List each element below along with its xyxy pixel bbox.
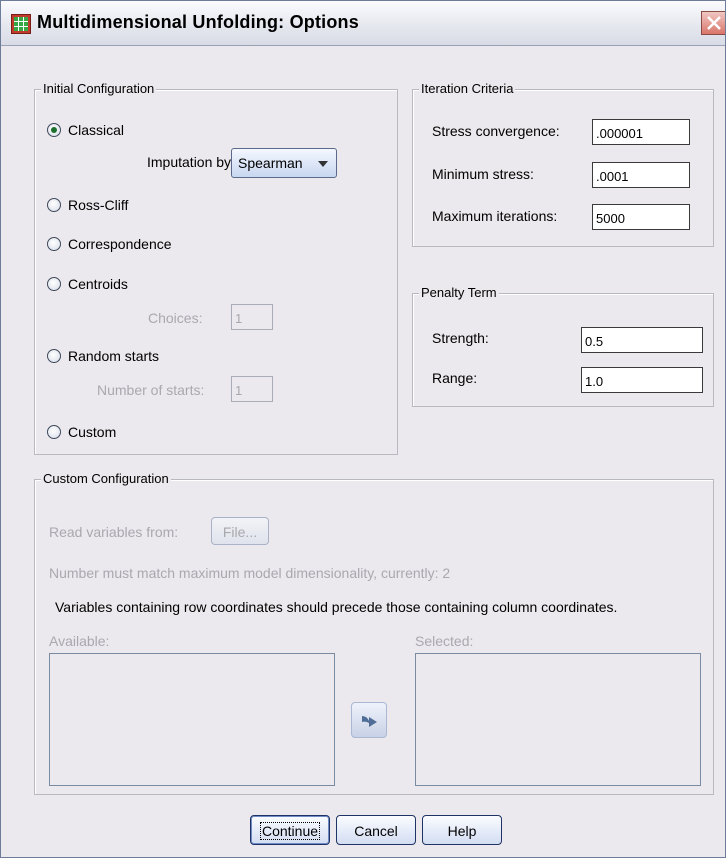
minimum-stress-label: Minimum stress: <box>432 166 534 182</box>
imputation-dropdown[interactable]: Spearman <box>231 148 337 178</box>
strength-input[interactable]: 0.5 <box>581 327 703 353</box>
maximum-iterations-label: Maximum iterations: <box>432 208 558 224</box>
choices-label: Choices: <box>148 310 203 326</box>
available-variables-list[interactable] <box>49 653 335 786</box>
move-to-selected-button[interactable] <box>351 702 387 738</box>
dimensionality-note: Number must match maximum model dimensio… <box>49 565 451 581</box>
penalty-term-legend: Penalty Term <box>419 285 499 300</box>
available-label: Available: <box>49 633 110 649</box>
selected-variables-list[interactable] <box>415 653 701 786</box>
radio-classical[interactable] <box>47 123 61 137</box>
radio-random-starts-label: Random starts <box>68 348 160 364</box>
penalty-term-group: Penalty Term Strength: 0.5 Range: 1.0 <box>412 285 714 407</box>
custom-configuration-group: Custom Configuration Read variables from… <box>34 471 714 795</box>
close-button[interactable] <box>701 11 725 35</box>
variables-order-note: Variables containing row coordinates sho… <box>55 599 618 615</box>
selected-label: Selected: <box>415 633 474 649</box>
range-label: Range: <box>432 370 478 386</box>
file-button[interactable]: File... <box>211 517 269 545</box>
cancel-button[interactable]: Cancel <box>336 815 416 845</box>
range-input[interactable]: 1.0 <box>581 367 703 393</box>
options-dialog: Multidimensional Unfolding: Options Init… <box>0 0 726 858</box>
radio-classical-label: Classical <box>68 122 125 138</box>
radio-random-starts[interactable] <box>47 349 61 363</box>
title-bar: Multidimensional Unfolding: Options <box>1 1 725 46</box>
strength-label: Strength: <box>432 330 489 346</box>
iteration-criteria-legend: Iteration Criteria <box>419 81 516 96</box>
radio-correspondence[interactable] <box>47 237 61 251</box>
number-of-starts-input[interactable]: 1 <box>231 376 273 402</box>
continue-button-label: Continue <box>259 822 321 840</box>
read-variables-label: Read variables from: <box>49 524 179 540</box>
continue-button[interactable]: Continue <box>250 815 330 845</box>
arrow-right-icon <box>362 716 377 727</box>
close-icon <box>707 16 721 30</box>
stress-convergence-label: Stress convergence: <box>432 123 560 139</box>
initial-configuration-group: Initial Configuration Classical Imputati… <box>34 81 398 455</box>
help-button[interactable]: Help <box>422 815 502 845</box>
radio-custom[interactable] <box>47 425 61 439</box>
stress-convergence-input[interactable]: .000001 <box>592 119 690 145</box>
radio-ross-cliff[interactable] <box>47 198 61 212</box>
maximum-iterations-input[interactable]: 5000 <box>592 204 690 230</box>
imputation-label: Imputation by: <box>147 154 235 170</box>
number-of-starts-label: Number of starts: <box>97 382 205 398</box>
iteration-criteria-group: Iteration Criteria Stress convergence: .… <box>412 81 714 247</box>
spss-app-icon <box>11 14 31 34</box>
radio-custom-label: Custom <box>68 424 117 440</box>
choices-input[interactable]: 1 <box>231 304 273 330</box>
minimum-stress-input[interactable]: .0001 <box>592 162 690 188</box>
custom-configuration-legend: Custom Configuration <box>41 471 171 486</box>
radio-centroids[interactable] <box>47 277 61 291</box>
initial-configuration-legend: Initial Configuration <box>41 81 157 96</box>
radio-correspondence-label: Correspondence <box>68 236 172 252</box>
radio-centroids-label: Centroids <box>68 276 128 292</box>
radio-ross-cliff-label: Ross-Cliff <box>68 197 129 213</box>
imputation-value: Spearman <box>238 155 303 171</box>
window-title: Multidimensional Unfolding: Options <box>37 12 359 32</box>
chevron-down-icon <box>318 161 328 167</box>
